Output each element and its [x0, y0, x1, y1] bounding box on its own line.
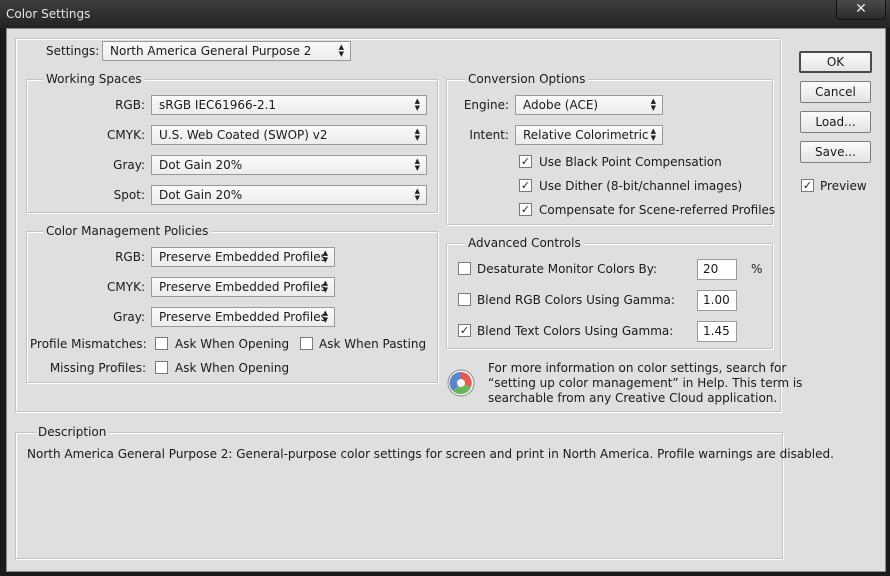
ok-button[interactable]: OK — [799, 51, 872, 73]
dither-checkbox[interactable]: ✓ — [519, 179, 532, 192]
desaturate-unit: % — [751, 262, 763, 276]
working-spaces-title: Working Spaces — [43, 72, 145, 86]
missing-profiles-label: Missing Profiles: — [49, 361, 146, 375]
updown-arrow-icon: ▲ ▼ — [650, 97, 656, 112]
pol-cmyk-select[interactable]: Preserve Embedded Profiles ▲ ▼ — [151, 277, 335, 297]
blend-text-checkbox[interactable]: ✓ — [458, 324, 471, 337]
dither-label: Use Dither (8-bit/channel images) — [539, 179, 743, 193]
preview-label: Preview — [820, 179, 867, 193]
ask-pasting-label: Ask When Pasting — [319, 337, 427, 351]
desaturate-label: Desaturate Monitor Colors By: — [477, 262, 658, 276]
pol-rgb-label: RGB: — [115, 250, 145, 264]
pol-cmyk-label: CMYK: — [107, 280, 145, 294]
updown-arrow-icon: ▲ ▼ — [414, 97, 420, 112]
profile-mismatches-label: Profile Mismatches: — [30, 337, 147, 351]
window-title: Color Settings — [6, 7, 91, 21]
info-line-2: “setting up color management” in Help. T… — [488, 376, 803, 390]
description-text: North America General Purpose 2: General… — [27, 447, 834, 461]
load-button[interactable]: Load... — [800, 111, 871, 133]
close-icon: ✕ — [855, 1, 867, 17]
intent-select[interactable]: Relative Colorimetric ▲ ▼ — [515, 125, 663, 145]
engine-label: Engine: — [463, 98, 509, 112]
pol-rgb-select[interactable]: Preserve Embedded Profiles ▲ ▼ — [151, 247, 335, 267]
ask-opening-checkbox[interactable] — [155, 337, 168, 350]
advanced-title: Advanced Controls — [465, 236, 584, 250]
pol-gray-label: Gray: — [113, 310, 145, 324]
settings-label: Settings: — [46, 44, 100, 58]
scene-referred-checkbox[interactable]: ✓ — [519, 203, 532, 216]
title-bar — [0, 0, 890, 28]
black-point-label: Use Black Point Compensation — [539, 155, 722, 169]
cancel-button[interactable]: Cancel — [800, 81, 871, 103]
info-line-3: searchable from any Creative Cloud appli… — [488, 391, 778, 405]
updown-arrow-icon: ▲ ▼ — [414, 157, 420, 172]
save-button[interactable]: Save... — [800, 141, 871, 163]
missing-ask-opening-label: Ask When Opening — [175, 361, 290, 375]
close-button[interactable]: ✕ — [836, 0, 886, 20]
blend-rgb-label: Blend RGB Colors Using Gamma: — [477, 293, 675, 307]
ws-cmyk-label: CMYK: — [107, 128, 145, 142]
ask-opening-label: Ask When Opening — [175, 337, 290, 351]
desaturate-checkbox[interactable] — [458, 262, 471, 275]
ask-pasting-checkbox[interactable] — [300, 337, 313, 350]
desaturate-input[interactable]: 20 — [697, 259, 737, 280]
conversion-title: Conversion Options — [465, 72, 589, 86]
ws-rgb-select[interactable]: sRGB IEC61966-2.1 ▲ ▼ — [151, 95, 427, 115]
engine-select[interactable]: Adobe (ACE) ▲ ▼ — [515, 95, 663, 115]
policies-title: Color Management Policies — [43, 224, 212, 238]
updown-arrow-icon: ▲ ▼ — [322, 279, 328, 294]
intent-label: Intent: — [469, 128, 509, 142]
color-wheel-icon — [447, 369, 475, 397]
description-title: Description — [35, 425, 110, 439]
ws-gray-label: Gray: — [113, 158, 145, 172]
updown-arrow-icon: ▲ ▼ — [322, 309, 328, 324]
missing-ask-opening-checkbox[interactable] — [155, 361, 168, 374]
blend-rgb-input[interactable]: 1.00 — [697, 290, 737, 311]
ws-rgb-label: RGB: — [115, 98, 145, 112]
blend-rgb-checkbox[interactable] — [458, 293, 471, 306]
updown-arrow-icon: ▲ ▼ — [414, 127, 420, 142]
black-point-checkbox[interactable]: ✓ — [519, 155, 532, 168]
info-line-1: For more information on color settings, … — [488, 361, 787, 375]
updown-arrow-icon: ▲ ▼ — [338, 43, 344, 58]
preview-checkbox[interactable]: ✓ — [801, 179, 814, 192]
ws-cmyk-select[interactable]: U.S. Web Coated (SWOP) v2 ▲ ▼ — [151, 125, 427, 145]
ws-spot-select[interactable]: Dot Gain 20% ▲ ▼ — [151, 185, 427, 205]
settings-select[interactable]: North America General Purpose 2 ▲ ▼ — [102, 41, 351, 61]
updown-arrow-icon: ▲ ▼ — [650, 127, 656, 142]
blend-text-label: Blend Text Colors Using Gamma: — [477, 324, 674, 338]
blend-text-input[interactable]: 1.45 — [697, 321, 737, 342]
ws-spot-label: Spot: — [113, 188, 145, 202]
ws-gray-select[interactable]: Dot Gain 20% ▲ ▼ — [151, 155, 427, 175]
pol-gray-select[interactable]: Preserve Embedded Profiles ▲ ▼ — [151, 307, 335, 327]
scene-referred-label: Compensate for Scene-referred Profiles — [539, 203, 776, 217]
updown-arrow-icon: ▲ ▼ — [322, 249, 328, 264]
updown-arrow-icon: ▲ ▼ — [414, 187, 420, 202]
